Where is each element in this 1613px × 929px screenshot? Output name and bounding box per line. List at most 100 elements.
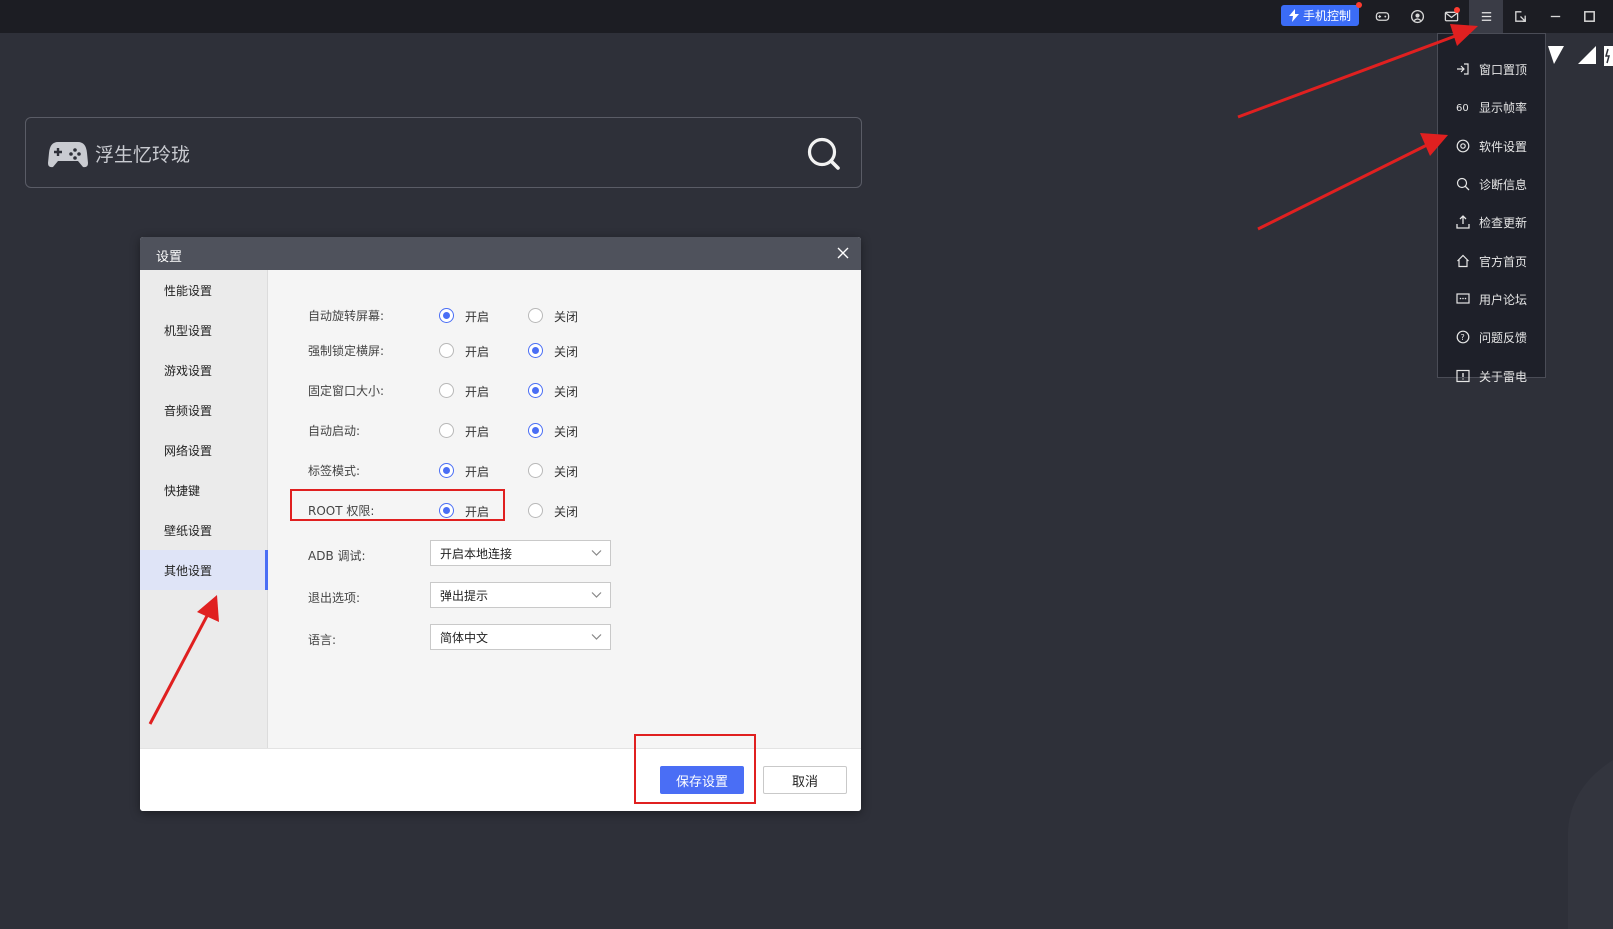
adb-debug-label: ADB 调试: — [308, 549, 366, 563]
menu-item-fps[interactable]: 60 显示帧率 — [1438, 88, 1546, 126]
corner-decoration — [1567, 760, 1613, 929]
update-icon — [1455, 214, 1471, 230]
minimize-icon[interactable] — [1538, 0, 1572, 33]
cancel-button[interactable]: 取消 — [763, 766, 847, 794]
select-value: 弹出提示 — [440, 588, 489, 603]
game-name: 浮生忆玲珑 — [95, 144, 191, 166]
menu-item-feedback[interactable]: ? 问题反馈 — [1438, 318, 1546, 356]
menu-icon[interactable] — [1469, 0, 1503, 33]
option-off-label: 关闭 — [554, 385, 579, 399]
select-value: 开启本地连接 — [440, 546, 513, 561]
auto-rotate-on-radio[interactable] — [439, 308, 454, 323]
save-highlight-box — [634, 734, 756, 804]
notification-dot — [1356, 2, 1362, 8]
exit-option-label: 退出选项: — [308, 591, 361, 605]
option-off-label: 关闭 — [554, 425, 579, 439]
option-on-label: 开启 — [465, 425, 490, 439]
auto-start-label: 自动启动: — [308, 424, 361, 438]
menu-item-label: 窗口置顶 — [1479, 62, 1528, 77]
auto-start-on-radio[interactable] — [439, 423, 454, 438]
gamepad-icon[interactable] — [1365, 0, 1399, 33]
menu-item-label: 用户论坛 — [1479, 292, 1528, 307]
option-on-label: 开启 — [465, 345, 490, 359]
settings-icon — [1455, 138, 1471, 154]
language-select[interactable]: 简体中文 — [430, 624, 611, 650]
sidebar-item-performance[interactable]: 性能设置 — [140, 270, 268, 310]
force-landscape-on-radio[interactable] — [439, 343, 454, 358]
game-search-bar[interactable]: 浮生忆玲珑 — [25, 117, 862, 188]
auto-rotate-off-radio[interactable] — [528, 308, 543, 323]
menu-item-home[interactable]: 官方首页 — [1438, 242, 1546, 280]
sidebar-item-model[interactable]: 机型设置 — [140, 310, 268, 350]
gamepad-logo-icon — [48, 142, 88, 168]
menu-item-label: 检查更新 — [1479, 215, 1528, 230]
mail-notification-dot — [1454, 7, 1460, 13]
option-off-label: 关闭 — [554, 465, 579, 479]
option-off-label: 关闭 — [554, 310, 579, 324]
menu-item-label: 诊断信息 — [1479, 177, 1528, 192]
window-pin-icon — [1455, 61, 1471, 77]
close-icon[interactable] — [835, 245, 851, 261]
diagnose-icon — [1455, 176, 1471, 192]
sidebar-item-shortcuts[interactable]: 快捷键 — [140, 470, 268, 510]
option-off-label: 关闭 — [554, 505, 579, 519]
sidebar-item-network[interactable]: 网络设置 — [140, 430, 268, 470]
menu-item-settings[interactable]: 软件设置 — [1438, 127, 1546, 165]
settings-sidebar: 性能设置 机型设置 游戏设置 音频设置 网络设置 快捷键 壁纸设置 其他设置 — [140, 270, 268, 748]
option-on-label: 开启 — [465, 385, 490, 399]
menu-item-label: 关于雷电 — [1479, 369, 1528, 384]
menu-item-label: 问题反馈 — [1479, 330, 1528, 345]
svg-text:60: 60 — [1456, 103, 1469, 114]
home-icon — [1455, 253, 1471, 269]
phone-control-button[interactable]: 手机控制 — [1281, 2, 1362, 26]
root-highlight-box — [290, 489, 505, 521]
mail-icon[interactable] — [1434, 0, 1468, 33]
menu-item-about[interactable]: 关于雷电 — [1438, 357, 1546, 395]
maximize-icon[interactable] — [1572, 0, 1606, 33]
about-icon — [1455, 368, 1471, 384]
sidebar-item-other[interactable]: 其他设置 — [140, 550, 268, 590]
menu-item-window-pin[interactable]: 窗口置顶 — [1438, 50, 1546, 88]
adb-debug-select[interactable]: 开启本地连接 — [430, 540, 611, 566]
user-icon[interactable] — [1400, 0, 1434, 33]
menu-item-update[interactable]: 检查更新 — [1438, 203, 1546, 241]
feedback-icon: ? — [1455, 329, 1471, 345]
root-off-radio[interactable] — [528, 503, 543, 518]
option-off-label: 关闭 — [554, 345, 579, 359]
sidebar-item-wallpaper[interactable]: 壁纸设置 — [140, 510, 268, 550]
chevron-down-icon — [591, 592, 602, 598]
force-landscape-off-radio[interactable] — [528, 343, 543, 358]
fixed-window-label: 固定窗口大小: — [308, 384, 385, 398]
tab-mode-label: 标签模式: — [308, 464, 361, 478]
chevron-down-icon — [591, 550, 602, 556]
phone-control-label: 手机控制 — [1302, 9, 1351, 23]
fixed-window-on-radio[interactable] — [439, 383, 454, 398]
forum-icon — [1455, 291, 1471, 307]
dialog-title: 设置 — [156, 250, 183, 265]
exit-option-select[interactable]: 弹出提示 — [430, 582, 611, 608]
menu-item-diagnose[interactable]: 诊断信息 — [1438, 165, 1546, 203]
select-value: 简体中文 — [440, 630, 489, 645]
option-on-label: 开启 — [465, 465, 490, 479]
main-menu-dropdown: 窗口置顶 60 显示帧率 软件设置 诊断信息 检查更新 官方首页 用户论坛 ? … — [1437, 33, 1546, 384]
menu-item-label: 官方首页 — [1479, 254, 1528, 269]
language-label: 语言: — [308, 633, 337, 647]
tab-mode-on-radio[interactable] — [439, 463, 454, 478]
sidebar-item-game[interactable]: 游戏设置 — [140, 350, 268, 390]
settings-dialog: 设置 性能设置 机型设置 游戏设置 音频设置 网络设置 快捷键 壁纸设置 其他设… — [140, 237, 861, 811]
auto-rotate-label: 自动旋转屏幕: — [308, 309, 385, 323]
settings-content: 自动旋转屏幕: 开启 关闭 强制锁定横屏: 开启 关闭 固定窗口大小: 开启 关… — [268, 270, 861, 748]
auto-start-off-radio[interactable] — [528, 423, 543, 438]
sidebar-item-audio[interactable]: 音频设置 — [140, 390, 268, 430]
menu-item-forum[interactable]: 用户论坛 — [1438, 280, 1546, 318]
pin-icon[interactable] — [1503, 0, 1537, 33]
tab-mode-off-radio[interactable] — [528, 463, 543, 478]
search-icon[interactable] — [805, 135, 841, 171]
svg-text:?: ? — [1461, 333, 1465, 342]
menu-item-label: 显示帧率 — [1479, 100, 1528, 115]
menu-item-label: 软件设置 — [1479, 139, 1528, 154]
chevron-down-icon — [591, 634, 602, 640]
fps-icon: 60 — [1455, 99, 1471, 115]
dialog-header: 设置 — [140, 237, 861, 270]
fixed-window-off-radio[interactable] — [528, 383, 543, 398]
